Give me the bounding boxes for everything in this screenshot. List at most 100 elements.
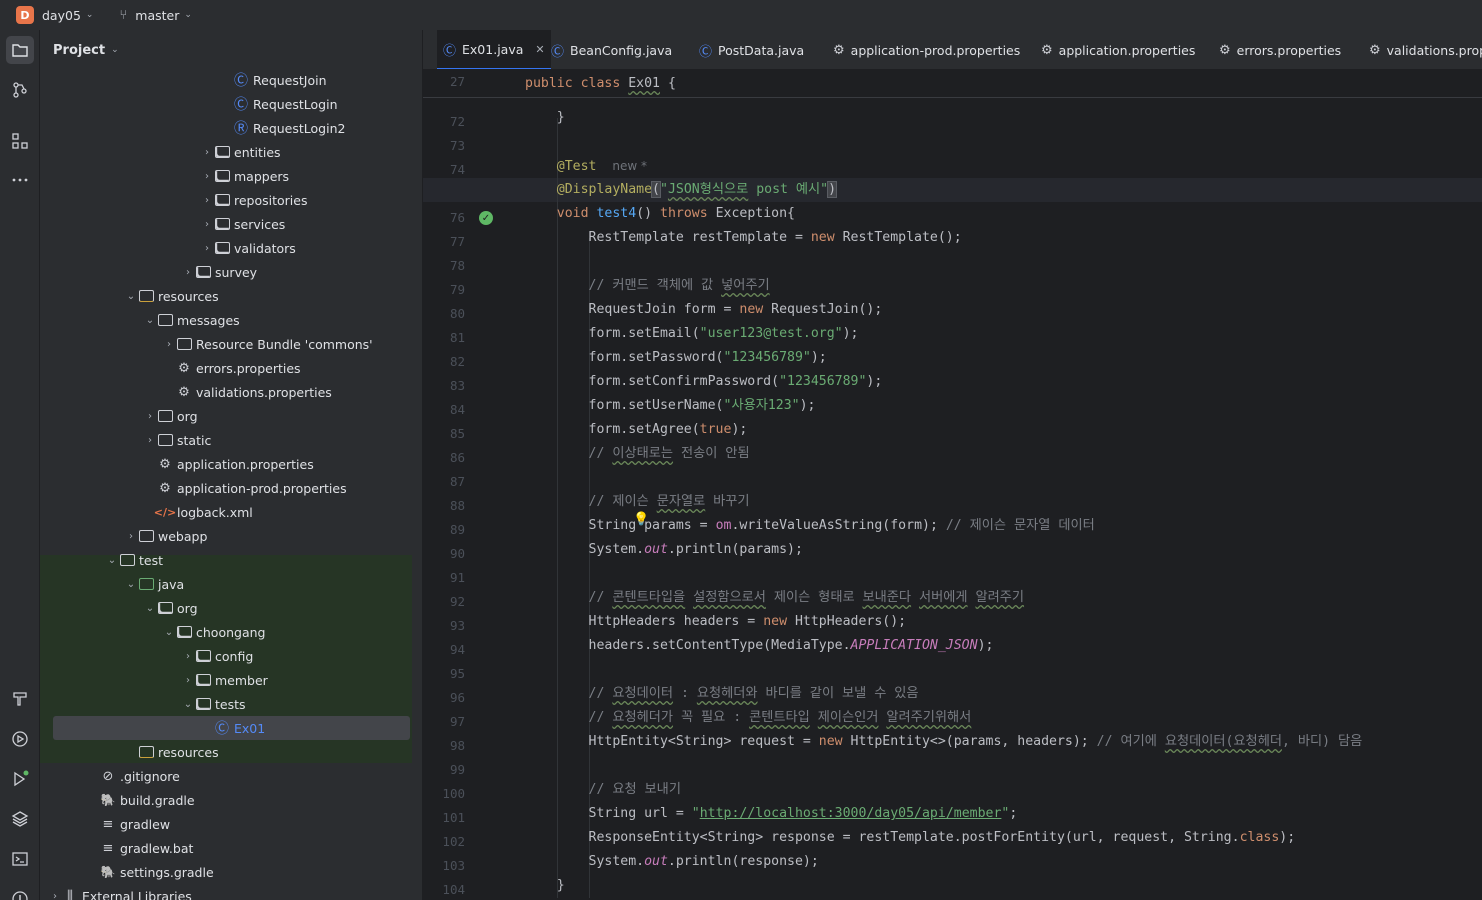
properties-file-icon: ⚙ (159, 480, 171, 496)
tree-item[interactable]: ⌄ messages (40, 308, 412, 332)
chevron-right-icon[interactable]: › (200, 243, 214, 254)
line-number: 83 (449, 378, 465, 393)
tree-item[interactable]: › static (40, 428, 412, 452)
editor-tab[interactable]: ⚙ application.properties (1041, 30, 1195, 69)
project-panel: Project ⌄ Ⓒ RequestJoin Ⓒ RequestLogin Ⓡ Requ… (40, 30, 422, 900)
chevron-right-icon[interactable]: › (124, 531, 138, 542)
line-number: 94 (449, 642, 465, 657)
library-icon: ⫼ (67, 888, 73, 900)
sticky-header[interactable]: 27 public class Ex01 { (423, 70, 1482, 98)
chevron-right-icon[interactable]: › (200, 195, 214, 206)
line-number: 76 (449, 210, 465, 225)
chevron-right-icon[interactable]: › (143, 411, 157, 422)
chevron-down-icon[interactable]: ⌄ (124, 579, 138, 590)
tree-item[interactable]: ⌄ org (40, 596, 412, 620)
chevron-right-icon[interactable]: › (181, 267, 195, 278)
tree-item[interactable]: Ⓒ RequestJoin (40, 68, 412, 92)
chevron-right-icon[interactable]: › (143, 435, 157, 446)
url-link[interactable]: http://localhost:3000/day05/api/member (700, 806, 1002, 821)
commit-tool-icon[interactable] (6, 76, 34, 104)
tree-item-label: RequestJoin (253, 72, 327, 88)
tree-item[interactable]: ⌄ choongang (40, 620, 412, 644)
tree-item[interactable]: › survey (40, 260, 412, 284)
chevron-right-icon[interactable]: › (48, 891, 62, 900)
code-editor[interactable]: } @Test new * @DisplayName("JSON형식으로 pos… (423, 70, 1482, 900)
chevron-right-icon[interactable]: › (200, 147, 214, 158)
tree-item[interactable]: › webapp (40, 524, 412, 548)
tree-item-label: mappers (234, 168, 290, 184)
tree-item[interactable]: › ⫼ External Libraries (40, 884, 412, 900)
tree-item[interactable]: ⚙ application-prod.properties (40, 476, 412, 500)
build-tool-icon[interactable] (6, 685, 34, 713)
chevron-right-icon[interactable]: › (181, 651, 195, 662)
tree-item[interactable]: </> logback.xml (40, 500, 412, 524)
chevron-down-icon[interactable]: ⌄ (105, 555, 119, 566)
tree-item[interactable]: ⌄ test (40, 548, 412, 572)
tree-item[interactable]: ⌄ java (40, 572, 412, 596)
tree-item[interactable]: ≡ gradlew.bat (40, 836, 412, 860)
tab-label: Ex01.java (462, 41, 524, 57)
editor-tab[interactable]: Ⓒ BeanConfig.java (551, 30, 672, 69)
run-tool-icon[interactable] (6, 765, 34, 793)
tree-item[interactable]: › config (40, 644, 412, 668)
branch-switcher[interactable]: master ⌄ (135, 8, 192, 23)
editor-tab[interactable]: ⚙ errors.properties (1219, 30, 1341, 69)
lightbulb-icon[interactable]: 💡 (633, 512, 649, 527)
chevron-right-icon[interactable]: › (200, 171, 214, 182)
tree-item[interactable]: 🐘 build.gradle (40, 788, 412, 812)
git-branch-icon: ⑂ (119, 7, 128, 23)
tree-item[interactable]: ⚙ validations.properties (40, 380, 412, 404)
tree-item-label: Resource Bundle 'commons' (196, 336, 373, 352)
tree-item[interactable]: ⚙ application.properties (40, 452, 412, 476)
tree-item[interactable]: ≡ gradlew (40, 812, 412, 836)
code-line: @DisplayName("JSON형식으로 post 예시") (556, 181, 838, 198)
tree-item-label: messages (177, 312, 240, 328)
tree-item[interactable]: › validators (40, 236, 412, 260)
editor-tab[interactable]: Ⓒ PostData.java (699, 30, 804, 69)
tree-item[interactable]: ⌄ resources (40, 284, 412, 308)
line-number: 97 (449, 714, 465, 729)
project-badge[interactable]: D (16, 6, 34, 24)
tree-item[interactable]: › mappers (40, 164, 412, 188)
editor-tab[interactable]: ⚙ validations.properties (1369, 30, 1482, 69)
tree-item[interactable]: › member (40, 668, 412, 692)
editor-tab[interactable]: ⚙ application-prod.properties (833, 30, 1020, 69)
tree-item[interactable]: 🐘 settings.gradle (40, 860, 412, 884)
tree-item[interactable]: › Resource Bundle 'commons' (40, 332, 412, 356)
package-icon (176, 624, 192, 640)
problems-tool-icon[interactable] (6, 885, 34, 900)
services-tool-icon[interactable] (6, 725, 34, 753)
tree-item-label: config (215, 648, 254, 664)
tree-item[interactable]: › entities (40, 140, 412, 164)
chevron-down-icon[interactable]: ⌄ (162, 627, 176, 638)
tree-item[interactable]: ⚙ errors.properties (40, 356, 412, 380)
tree-item[interactable]: › services (40, 212, 412, 236)
chevron-down-icon[interactable]: ⌄ (181, 699, 195, 710)
tree-item[interactable]: resources (40, 740, 412, 764)
chevron-down-icon[interactable]: ⌄ (143, 315, 157, 326)
terminal-tool-icon[interactable] (6, 845, 34, 873)
chevron-down-icon[interactable]: ⌄ (124, 291, 138, 302)
code-line: form.setPassword("123456789"); (525, 350, 827, 365)
chevron-right-icon[interactable]: › (162, 339, 176, 350)
tree-item[interactable]: Ⓒ RequestLogin (40, 92, 412, 116)
project-panel-header[interactable]: Project ⌄ (40, 30, 422, 70)
run-test-icon[interactable]: ✓ (479, 211, 493, 225)
layers-tool-icon[interactable] (6, 805, 34, 833)
tree-item[interactable]: Ⓒ Ex01 (53, 716, 410, 740)
chevron-right-icon[interactable]: › (181, 675, 195, 686)
chevron-right-icon[interactable]: › (200, 219, 214, 230)
more-tools-icon[interactable] (6, 166, 34, 194)
tree-item[interactable]: Ⓡ RequestLogin2 (40, 116, 412, 140)
project-switcher[interactable]: day05 ⌄ (42, 8, 93, 23)
structure-tool-icon[interactable] (6, 127, 34, 155)
editor-tab[interactable]: Ⓒ Ex01.java ✕ (437, 30, 551, 69)
tree-item[interactable]: › org (40, 404, 412, 428)
chevron-down-icon[interactable]: ⌄ (143, 603, 157, 614)
project-tool-icon[interactable] (6, 36, 34, 64)
close-icon[interactable]: ✕ (535, 43, 544, 56)
tree-item[interactable]: ⌄ tests (40, 692, 412, 716)
tree-item[interactable]: › repositories (40, 188, 412, 212)
folder-icon (119, 552, 135, 568)
tree-item[interactable]: ⊘ .gitignore (40, 764, 412, 788)
